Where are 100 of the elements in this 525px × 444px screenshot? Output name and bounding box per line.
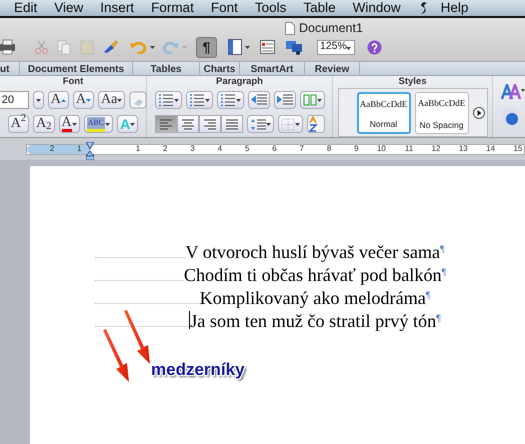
text-styles-icon[interactable]: [501, 84, 525, 100]
menu-item[interactable]: Help: [440, 0, 468, 18]
caret-icon: [294, 122, 300, 126]
caret-icon: [117, 98, 122, 102]
caret-icon: [236, 98, 240, 102]
font-size-field[interactable]: 20: [0, 91, 29, 109]
line-spacing-icon: [250, 118, 266, 130]
menu-item[interactable]: Tools: [254, 0, 286, 18]
ruler-number: 1: [76, 143, 82, 155]
text-line: Ja som ten muž čo stratil prvý tón: [190, 310, 436, 333]
list-button[interactable]: [186, 91, 212, 109]
ruler-number: 5: [244, 143, 250, 155]
caret-icon: [36, 98, 41, 102]
annotation-label: medzerníky: [151, 359, 245, 381]
menu-item[interactable]: Format: [151, 0, 194, 18]
media-browser-icon[interactable]: [286, 39, 303, 55]
ruler-number: 9: [353, 143, 359, 155]
subscript-button[interactable]: A$_{2}$: [33, 115, 55, 133]
text-line: V otvoroch huslí bývaš večer sama: [185, 241, 440, 264]
group-title: Styles: [398, 76, 426, 87]
caret-icon: [130, 122, 136, 126]
document-icon: [285, 22, 295, 35]
paragraph-mark: ¶: [440, 243, 445, 257]
list-button[interactable]: [216, 91, 244, 109]
font-color-button[interactable]: A: [58, 115, 80, 133]
align-button[interactable]: [154, 115, 176, 133]
change-case-button[interactable]: Aa: [98, 91, 126, 109]
list-button[interactable]: [154, 91, 182, 109]
ruler-number: 13: [458, 143, 468, 155]
caret-icon: [204, 98, 210, 102]
sort-icon[interactable]: [306, 115, 324, 133]
style-preview[interactable]: AaBbCcDdE No Spacing: [414, 92, 468, 134]
group-title: Paragraph: [216, 76, 263, 87]
ruler-number: 1: [134, 143, 140, 155]
ruler-number: 11: [404, 143, 414, 155]
ruler-number: 8: [326, 143, 332, 155]
text-line: Komplikovaný ako melodráma: [200, 287, 426, 310]
columns-icon: [302, 94, 316, 106]
caret-icon: [72, 122, 77, 126]
ruler-number: 12: [430, 143, 440, 155]
window-title: Document1: [299, 20, 363, 37]
menu-item[interactable]: Table: [303, 0, 336, 18]
decrease-indent-button[interactable]: [248, 91, 270, 109]
ruler-number: 10: [376, 143, 386, 155]
ruler-number: 7: [298, 143, 304, 155]
highlight-button[interactable]: ABC: [84, 115, 114, 133]
zoom-field[interactable]: 125%: [317, 40, 355, 54]
numbering-icon: [188, 93, 204, 107]
caret-icon: [105, 122, 110, 126]
sidebar-icon[interactable]: [228, 39, 242, 55]
arrow: [103, 329, 129, 382]
style-preview[interactable]: AaBbCcDdE Normal: [356, 92, 410, 134]
ruler-number: 3: [189, 143, 195, 155]
menu-item[interactable]: Insert: [100, 0, 134, 18]
ruler-number: 2: [48, 143, 54, 155]
align-justify-icon: [224, 118, 240, 130]
caret-icon: [266, 122, 270, 126]
borders-icon: [280, 118, 294, 130]
paragraph-mark: ¶: [442, 266, 446, 280]
align-button[interactable]: [220, 115, 242, 133]
down-triangle-icon: [86, 98, 91, 102]
ruler-number: 14: [485, 143, 496, 155]
text-line: Chodím ti občas hrávať pod balkón: [184, 264, 442, 287]
caret-icon: [316, 98, 322, 102]
caret-icon[interactable]: [245, 46, 250, 48]
caret-icon: [174, 98, 178, 102]
paragraph-mark: ¶: [426, 289, 430, 303]
align-right-icon: [202, 118, 218, 130]
help-icon[interactable]: [367, 40, 382, 54]
ruler-number: 4: [216, 143, 222, 155]
paragraph-mark: ¶: [436, 312, 441, 326]
line-spacing-button[interactable]: [246, 115, 274, 133]
group-title: Font: [62, 76, 84, 87]
arrow: [124, 310, 150, 364]
menu-item[interactable]: View: [54, 0, 84, 18]
superscript-button[interactable]: A$^{2}$: [8, 115, 30, 133]
increase-indent-button[interactable]: [274, 91, 296, 109]
format-brush-icon[interactable]: [103, 39, 119, 55]
align-button[interactable]: [176, 115, 198, 133]
print-icon[interactable]: [0, 39, 16, 55]
menu-item[interactable]: Font: [210, 0, 238, 18]
show-formatting-button[interactable]: ¶: [196, 36, 217, 58]
align-left-icon: [158, 118, 174, 130]
caret-icon[interactable]: [346, 46, 351, 50]
outdent-icon: [250, 94, 266, 106]
ruler-number: 6: [271, 143, 277, 155]
up-triangle-icon: [60, 98, 66, 102]
align-center-icon: [180, 118, 196, 130]
multilevel-list-icon: [220, 93, 236, 107]
caret-icon[interactable]: [150, 46, 155, 48]
menu-item[interactable]: Edit: [14, 0, 38, 18]
ruler-number: 15: [512, 143, 522, 155]
ruler-number: 2: [162, 143, 168, 155]
indent-icon: [276, 94, 292, 106]
align-button[interactable]: [198, 115, 220, 133]
font-size-dropdown[interactable]: [32, 91, 44, 109]
next-icon[interactable]: [472, 106, 484, 118]
grow-font-button[interactable]: A: [48, 91, 69, 109]
shrink-font-button[interactable]: A: [72, 91, 94, 109]
menu-item[interactable]: Window: [352, 0, 401, 18]
